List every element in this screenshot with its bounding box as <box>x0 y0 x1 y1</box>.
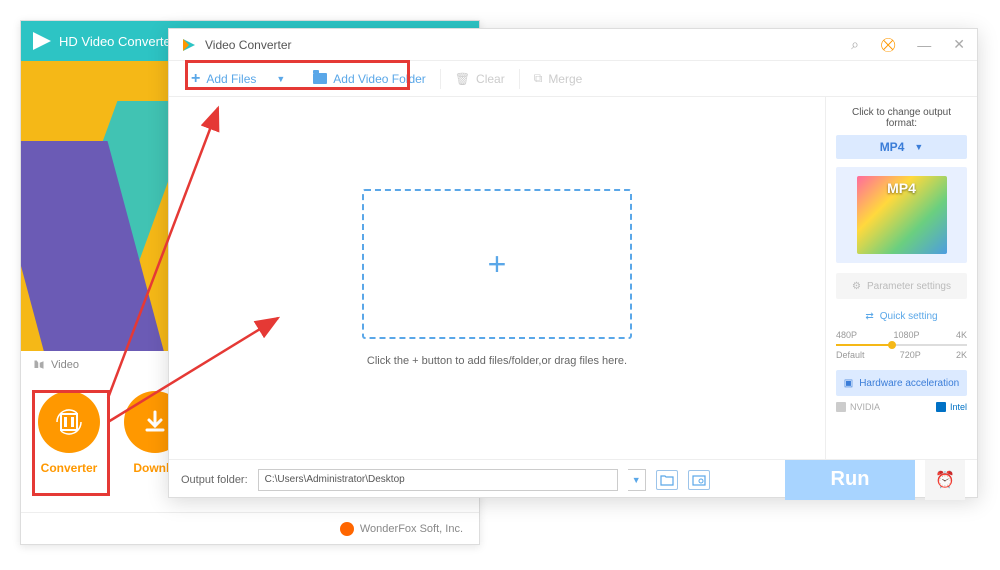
side-panel: Click to change output format: MP4 ▼ MP4… <box>825 97 977 459</box>
format-selector[interactable]: MP4 ▼ <box>836 135 967 159</box>
merge-icon: ⧉ <box>534 71 543 86</box>
add-files-button[interactable]: + Add Files ▼ <box>177 61 299 96</box>
quality-ticks-bottom: Default720P2K <box>836 350 967 360</box>
folder-gear-icon <box>692 474 706 486</box>
fg-titlebar: Video Converter ⌕ ⛒ — ✕ <box>169 29 977 61</box>
toolbar: + Add Files ▼ Add Video Folder 🗑 Clear ⧉… <box>169 61 977 97</box>
minimize-button[interactable]: — <box>917 37 931 53</box>
intel-badge: Intel <box>936 402 967 412</box>
merge-button[interactable]: ⧉ Merge <box>520 61 597 96</box>
gpu-row: NVIDIA Intel <box>836 402 967 412</box>
alarm-icon: ⏰ <box>935 470 955 490</box>
app-logo-icon <box>33 32 51 50</box>
format-label: Click to change output format: <box>836 107 967 129</box>
converter-icon <box>38 391 100 453</box>
schedule-button[interactable]: ⏰ <box>925 460 965 500</box>
converter-label: Converter <box>33 461 105 475</box>
chevron-down-icon: ▼ <box>914 142 923 152</box>
drop-area[interactable]: + Click the + button to add files/folder… <box>169 97 825 459</box>
quality-ticks-top: 480P1080P4K <box>836 330 967 340</box>
app-logo-icon <box>181 37 197 53</box>
output-folder-input[interactable] <box>258 469 618 491</box>
gear-icon: ⚙ <box>852 281 861 292</box>
nvidia-badge: NVIDIA <box>836 402 880 412</box>
format-thumbnail[interactable]: MP4 <box>836 167 967 263</box>
plus-icon: + <box>191 70 200 88</box>
close-button[interactable]: ✕ <box>953 36 965 53</box>
cart-icon[interactable]: ⛒ <box>881 36 895 53</box>
drop-zone[interactable]: + <box>362 189 632 339</box>
hardware-accel-button[interactable]: ▣ Hardware acceleration <box>836 370 967 396</box>
trash-icon: 🗑 <box>455 72 470 86</box>
quality-slider[interactable] <box>836 344 967 346</box>
quick-setting-label: ⇄ Quick setting <box>836 311 967 322</box>
output-folder-dropdown[interactable]: ▼ <box>628 469 646 491</box>
run-button[interactable]: Run <box>785 460 915 500</box>
plus-icon: + <box>488 246 507 283</box>
main-area: + Click the + button to add files/folder… <box>169 97 977 459</box>
parameter-settings-button[interactable]: ⚙ Parameter settings <box>836 273 967 299</box>
output-folder-label: Output folder: <box>181 474 248 486</box>
output-settings-button[interactable] <box>688 470 710 490</box>
fox-icon <box>340 522 354 536</box>
open-folder-button[interactable] <box>656 470 678 490</box>
bg-footer: WonderFox Soft, Inc. <box>21 512 479 544</box>
add-folder-button[interactable]: Add Video Folder <box>299 61 440 96</box>
arrow-icon <box>33 359 45 371</box>
video-converter-window: Video Converter ⌕ ⛒ — ✕ + Add Files ▼ Ad… <box>168 28 978 498</box>
bottom-bar: Output folder: ▼ Run ⏰ <box>169 459 977 499</box>
drop-hint: Click the + button to add files/folder,o… <box>367 355 627 367</box>
folder-icon <box>660 474 674 486</box>
clear-button[interactable]: 🗑 Clear <box>441 61 519 96</box>
window-title: Video Converter <box>205 38 851 52</box>
chip-icon: ▣ <box>844 378 853 389</box>
search-icon[interactable]: ⌕ <box>851 36 859 53</box>
chevron-down-icon[interactable]: ▼ <box>276 74 285 84</box>
folder-icon <box>313 73 327 84</box>
tab-converter[interactable]: Converter <box>33 391 105 475</box>
